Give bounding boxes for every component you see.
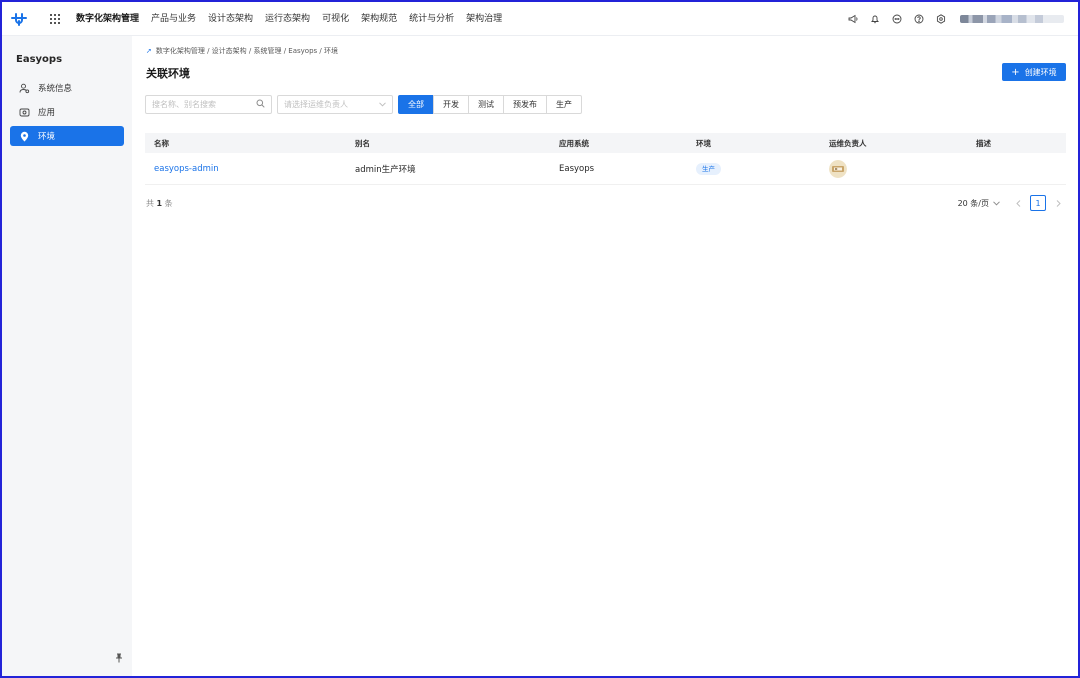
nav-item-digital-architecture[interactable]: 数字化架构管理 bbox=[70, 2, 145, 36]
help-icon[interactable] bbox=[908, 2, 930, 36]
app-icon bbox=[18, 106, 30, 118]
nav-item-architecture-standards[interactable]: 架构规范 bbox=[355, 2, 403, 36]
column-header-owner: 运维负责人 bbox=[829, 138, 867, 148]
table-row[interactable]: easyops-admin admin生产环境 Easyops 生产 bbox=[145, 153, 1066, 185]
create-button-label: 创建环境 bbox=[1024, 67, 1057, 77]
sidebar-title: Easyops bbox=[16, 54, 63, 65]
nav-item-runtime-architecture[interactable]: 运行态架构 bbox=[259, 2, 316, 36]
main-content: ➚ 数字化架构管理 / 设计态架构 / 系统管理 / Easyops / 环境 … bbox=[132, 36, 1078, 676]
chevron-down-icon bbox=[379, 100, 386, 109]
settings-icon[interactable] bbox=[930, 2, 952, 36]
page-number-current[interactable]: 1 bbox=[1030, 195, 1046, 211]
page-title: 关联环境 bbox=[146, 67, 190, 80]
env-tab-prod[interactable]: 生产 bbox=[546, 95, 582, 114]
easyops-logo-icon[interactable] bbox=[4, 2, 34, 36]
sidebar-item-environment[interactable]: 环境 bbox=[10, 126, 124, 146]
column-header-name: 名称 bbox=[154, 138, 169, 148]
total-count: 共 1 条 bbox=[146, 198, 173, 209]
sidebar-item-app[interactable]: 应用 bbox=[10, 102, 124, 122]
page-size-label: 20 条/页 bbox=[957, 198, 989, 208]
create-environment-button[interactable]: + 创建环境 bbox=[1002, 63, 1066, 81]
sidebar-item-label: 系统信息 bbox=[38, 84, 73, 94]
total-suffix: 条 bbox=[164, 199, 173, 208]
search-input[interactable]: 搜名称、别名搜索 bbox=[145, 95, 272, 114]
breadcrumb-path[interactable]: 数字化架构管理 / 设计态架构 / 系统管理 / Easyops / 环境 bbox=[156, 46, 338, 56]
env-tab-dev[interactable]: 开发 bbox=[433, 95, 469, 114]
env-tab-all[interactable]: 全部 bbox=[398, 95, 434, 114]
next-page-button[interactable] bbox=[1050, 195, 1066, 211]
total-prefix: 共 bbox=[146, 199, 154, 208]
nav-item-product-business[interactable]: 产品与业务 bbox=[145, 2, 202, 36]
plus-icon: + bbox=[1011, 66, 1020, 78]
owner-select[interactable]: 请选择运维负责人 bbox=[277, 95, 393, 114]
apps-grid-icon[interactable] bbox=[44, 2, 66, 36]
top-navbar: 数字化架构管理 产品与业务 设计态架构 运行态架构 可视化 架构规范 统计与分析… bbox=[2, 2, 1078, 36]
breadcrumb-arrow-icon: ➚ bbox=[146, 47, 152, 55]
prev-page-button[interactable] bbox=[1010, 195, 1026, 211]
nav-item-statistics-analysis[interactable]: 统计与分析 bbox=[403, 2, 460, 36]
filter-bar: 搜名称、别名搜索 请选择运维负责人 全部 开发 测试 预发布 生产 bbox=[145, 95, 582, 114]
page-size-select[interactable]: 20 条/页 bbox=[958, 198, 1000, 209]
system-info-icon bbox=[18, 82, 30, 94]
env-tab-staging[interactable]: 预发布 bbox=[503, 95, 547, 114]
message-icon[interactable] bbox=[886, 2, 908, 36]
sidebar-item-label: 环境 bbox=[38, 132, 56, 142]
environment-alias: admin生产环境 bbox=[355, 164, 416, 175]
topbar-actions bbox=[842, 2, 1064, 36]
column-header-alias: 别名 bbox=[355, 138, 370, 148]
sidebar: Easyops 系统信息 应用 环境 bbox=[2, 36, 132, 676]
environment-table: 名称 别名 应用系统 环境 运维负责人 描述 easyops-admin adm… bbox=[145, 133, 1066, 185]
environment-filter-tabs: 全部 开发 测试 预发布 生产 bbox=[398, 95, 582, 114]
environment-system: Easyops bbox=[559, 163, 595, 174]
location-icon bbox=[18, 130, 30, 142]
search-icon[interactable] bbox=[256, 99, 265, 110]
search-placeholder: 搜名称、别名搜索 bbox=[152, 100, 216, 109]
env-tab-test[interactable]: 测试 bbox=[468, 95, 504, 114]
sidebar-item-label: 应用 bbox=[38, 108, 56, 118]
total-number: 1 bbox=[156, 199, 163, 208]
megaphone-icon[interactable] bbox=[842, 2, 864, 36]
chevron-down-icon bbox=[993, 199, 1000, 208]
owner-avatar[interactable] bbox=[829, 159, 847, 178]
main-nav: 数字化架构管理 产品与业务 设计态架构 运行态架构 可视化 架构规范 统计与分析… bbox=[70, 2, 508, 36]
sidebar-item-system-info[interactable]: 系统信息 bbox=[10, 78, 124, 98]
environment-name-link[interactable]: easyops-admin bbox=[154, 164, 219, 174]
column-header-env: 环境 bbox=[696, 138, 711, 148]
bell-icon[interactable] bbox=[864, 2, 886, 36]
pin-icon[interactable] bbox=[114, 652, 124, 664]
environment-tag: 生产 bbox=[696, 162, 721, 175]
app-window: 数字化架构管理 产品与业务 设计态架构 运行态架构 可视化 架构规范 统计与分析… bbox=[0, 0, 1080, 678]
owner-select-placeholder: 请选择运维负责人 bbox=[284, 100, 348, 109]
nav-item-design-architecture[interactable]: 设计态架构 bbox=[202, 2, 259, 36]
table-header: 名称 别名 应用系统 环境 运维负责人 描述 bbox=[145, 133, 1066, 153]
nav-item-architecture-governance[interactable]: 架构治理 bbox=[460, 2, 508, 36]
column-header-description: 描述 bbox=[976, 138, 991, 148]
user-info-blurred[interactable] bbox=[960, 15, 1064, 23]
column-header-system: 应用系统 bbox=[559, 138, 589, 148]
pagination: 20 条/页 1 bbox=[958, 195, 1066, 211]
nav-item-visualization[interactable]: 可视化 bbox=[316, 2, 355, 36]
breadcrumb: ➚ 数字化架构管理 / 设计态架构 / 系统管理 / Easyops / 环境 bbox=[146, 46, 338, 56]
